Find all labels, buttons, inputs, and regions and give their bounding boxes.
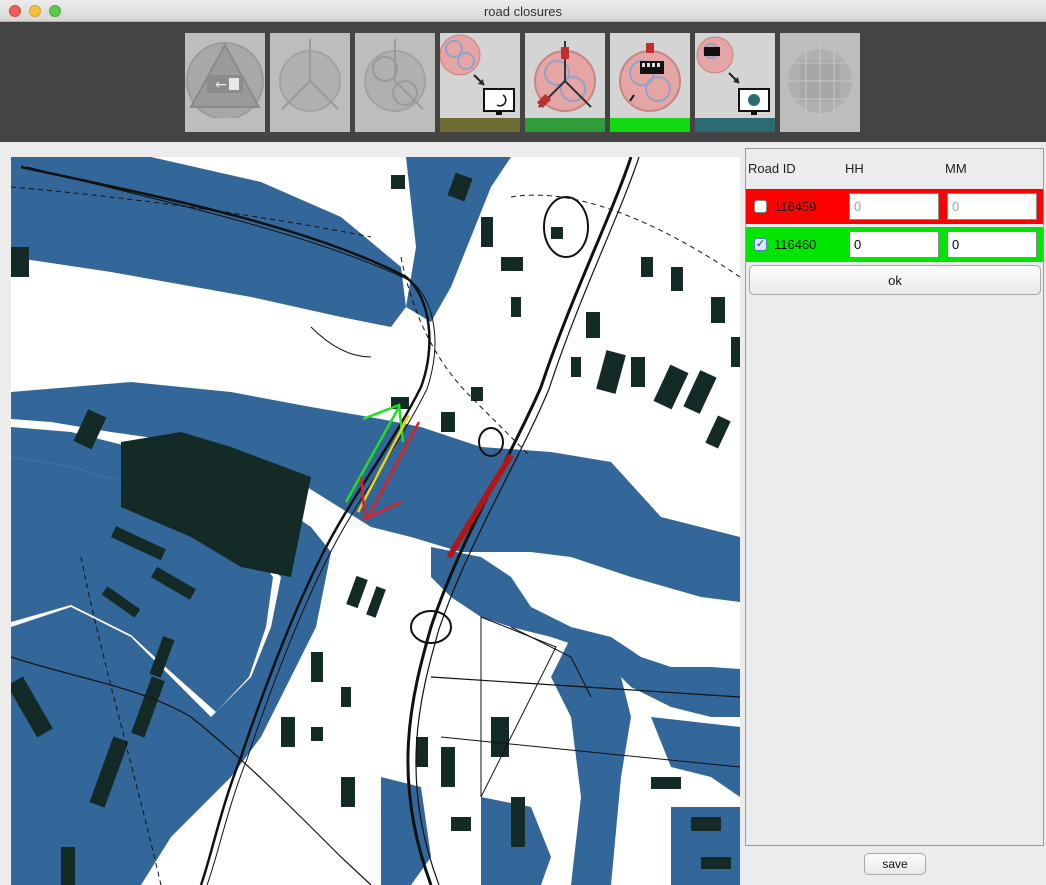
tool-status-bar [610, 118, 690, 132]
tool-toolbar: ← [0, 22, 1046, 142]
tool-network[interactable] [270, 33, 350, 132]
tool-status-bar [355, 118, 435, 132]
road-checkbox[interactable]: ✓ [754, 238, 767, 251]
road-row-116460: ✓ 116460 0 0 [746, 227, 1043, 262]
road-row-116459: 116459 0 0 [746, 189, 1043, 224]
hh-field[interactable]: 0 [849, 193, 939, 220]
tool-status-bar [270, 118, 350, 132]
tool-status-bar [440, 118, 520, 132]
tool-status-bar [695, 118, 775, 132]
title-bar: road closures [0, 0, 1046, 22]
save-button[interactable]: save [864, 853, 926, 875]
tool-bus[interactable] [610, 33, 690, 132]
map-view[interactable] [11, 157, 740, 885]
tool-bus-monitor[interactable] [695, 33, 775, 132]
road-closure-panel: Road ID HH MM 116459 0 0 ✓ 116460 0 0 ok [745, 148, 1044, 846]
tool-status-bar [780, 118, 860, 132]
ok-button[interactable]: ok [749, 265, 1041, 295]
mm-field[interactable]: 0 [947, 193, 1037, 220]
header-mm: MM [945, 161, 967, 176]
road-checkbox[interactable] [754, 200, 767, 213]
tool-monitor[interactable] [440, 33, 520, 132]
header-hh: HH [845, 161, 864, 176]
road-id-label: 116459 [774, 199, 817, 214]
tool-grid[interactable] [780, 33, 860, 132]
window-title: road closures [483, 4, 563, 19]
hh-field[interactable]: 0 [849, 231, 939, 258]
road-id-label: 116460 [774, 237, 817, 252]
header-road-id: Road ID [748, 161, 796, 176]
svg-text:←: ← [215, 77, 227, 93]
tool-road-closure[interactable] [525, 33, 605, 132]
tool-routing[interactable] [355, 33, 435, 132]
mm-field[interactable]: 0 [947, 231, 1037, 258]
water-areas [11, 157, 740, 885]
tool-evacuation[interactable]: ← [185, 33, 265, 132]
tool-status-bar [525, 118, 605, 132]
tool-status-bar [185, 118, 265, 132]
